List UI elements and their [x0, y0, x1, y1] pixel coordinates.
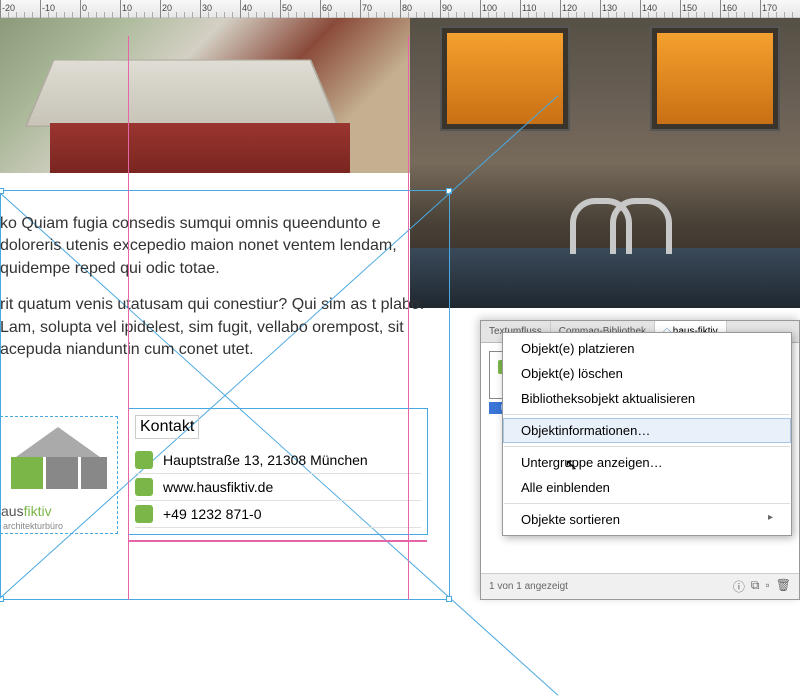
- info-icon[interactable]: ⓘ: [733, 578, 745, 595]
- body-text[interactable]: ko Quiam fugia consedis sumqui omnis que…: [0, 213, 450, 375]
- contact-frame[interactable]: Kontakt Hauptstraße 13, 21308 München ww…: [128, 408, 428, 535]
- menu-separator: [504, 414, 790, 415]
- menu-sort-objects[interactable]: Objekte sortieren: [503, 507, 791, 532]
- menu-separator: [504, 446, 790, 447]
- new-icon[interactable]: ▫: [766, 578, 770, 595]
- context-menu: Objekt(e) platzieren Objekt(e) löschen B…: [502, 332, 792, 536]
- frame-handle[interactable]: [0, 188, 4, 194]
- guide-vertical[interactable]: [408, 36, 409, 600]
- window-graphic: [650, 26, 780, 131]
- trash-icon[interactable]: 🗑: [776, 578, 791, 595]
- paragraph: ko Quiam fugia consedis sumqui omnis que…: [0, 213, 440, 280]
- frame-handle[interactable]: [446, 188, 452, 194]
- menu-separator: [504, 503, 790, 504]
- menu-delete-objects[interactable]: Objekt(e) löschen: [503, 361, 791, 386]
- contact-website: www.hausfiktiv.de: [163, 479, 273, 495]
- logo-frame[interactable]: ausfiktiv architekturbüro: [0, 416, 118, 534]
- menu-object-information[interactable]: Objektinformationen…: [503, 418, 791, 443]
- placed-image-rooftop[interactable]: [0, 18, 410, 173]
- globe-icon: [135, 505, 153, 523]
- paragraph: rit quatum venis utatusam qui conestiur?…: [0, 294, 440, 361]
- frame-handle[interactable]: [0, 596, 4, 602]
- placed-image-pool[interactable]: [410, 18, 800, 308]
- contact-address: Hauptstraße 13, 21308 München: [163, 452, 368, 468]
- chat-icon: [135, 478, 153, 496]
- guide-vertical[interactable]: [128, 36, 129, 600]
- contact-row-address: Hauptstraße 13, 21308 München: [135, 447, 421, 474]
- logo-subtitle: architekturbüro: [3, 521, 63, 531]
- window-graphic: [440, 26, 570, 131]
- logo-icon: [11, 427, 106, 497]
- menu-update-library-object[interactable]: Bibliotheksobjekt aktualisieren: [503, 386, 791, 411]
- menu-show-all[interactable]: Alle einblenden: [503, 475, 791, 500]
- contact-phone: +49 1232 871-0: [163, 506, 261, 522]
- link-icon[interactable]: ⧉: [751, 578, 760, 595]
- menu-show-subgroup[interactable]: Untergruppe anzeigen…: [503, 450, 791, 475]
- status-text: 1 von 1 angezeigt: [489, 581, 568, 592]
- contact-heading: Kontakt: [135, 415, 199, 439]
- panel-statusbar: 1 von 1 angezeigt ⓘ ⧉ ▫ 🗑: [481, 573, 799, 599]
- logo-text: ausfiktiv: [1, 503, 52, 519]
- horizontal-ruler[interactable]: -20-100102030405060708090100110120130140…: [0, 0, 800, 18]
- menu-place-objects[interactable]: Objekt(e) platzieren: [503, 336, 791, 361]
- contact-row-phone: +49 1232 871-0: [135, 501, 421, 528]
- frame-handle[interactable]: [446, 596, 452, 602]
- contact-row-web: www.hausfiktiv.de: [135, 474, 421, 501]
- ladder-graphic: [570, 198, 660, 268]
- pin-icon: [135, 451, 153, 469]
